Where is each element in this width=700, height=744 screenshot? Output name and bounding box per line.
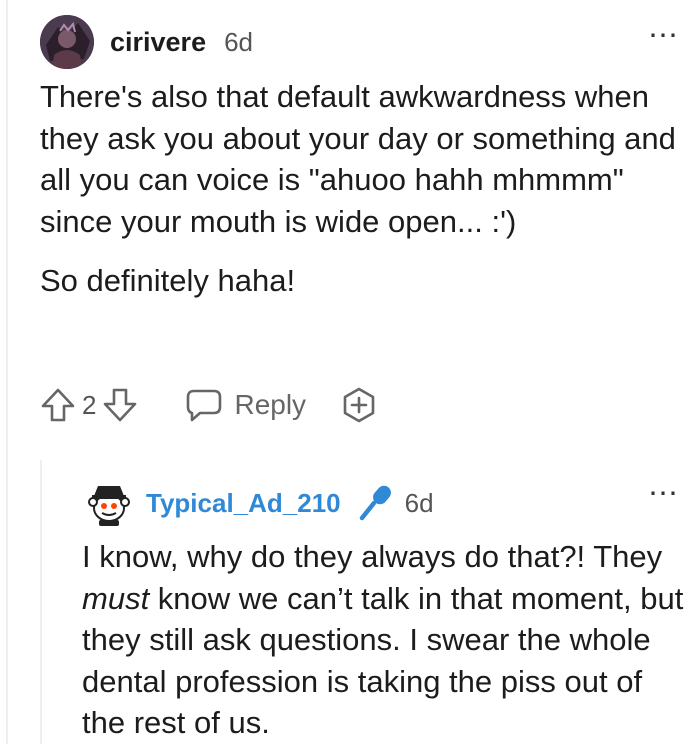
microphone-icon <box>357 483 395 523</box>
comment-header: Typical_Ad_210 6d <box>86 476 434 530</box>
timestamp: 6d <box>224 26 254 57</box>
comment-body: There's also that default awkwardness wh… <box>40 76 690 302</box>
username[interactable]: Typical_Ad_210 <box>146 488 341 519</box>
upvote-icon <box>41 388 75 422</box>
comment-paragraph: So definitely haha! <box>40 263 296 298</box>
comment-header: cirivere 6d <box>40 14 253 70</box>
comment-paragraph: I know, why do they always do that?! The… <box>82 539 684 740</box>
avatar[interactable] <box>86 478 132 528</box>
emphasis-text: must <box>82 580 150 616</box>
timestamp: 6d <box>404 487 434 518</box>
award-button[interactable] <box>340 386 378 424</box>
reply-button[interactable]: Reply <box>184 387 306 423</box>
avatar[interactable] <box>40 15 94 69</box>
more-options-icon[interactable]: ⋯ <box>648 479 680 509</box>
award-icon <box>343 387 375 423</box>
reply-label: Reply <box>234 389 307 420</box>
comment-body: I know, why do they always do that?! The… <box>82 536 692 744</box>
reply-thread-line <box>40 460 42 744</box>
more-options-icon[interactable]: ⋯ <box>648 21 680 51</box>
comment-paragraph: There's also that default awkwardness wh… <box>40 79 676 239</box>
vote-count: 2 <box>82 389 97 420</box>
username[interactable]: cirivere <box>110 27 206 58</box>
downvote-icon <box>104 388 137 422</box>
comment-actions: 2 Reply <box>40 382 378 428</box>
thread-line <box>6 0 8 744</box>
upvote-button[interactable] <box>40 387 76 423</box>
downvote-button[interactable] <box>102 387 138 423</box>
reply-icon <box>187 389 222 422</box>
